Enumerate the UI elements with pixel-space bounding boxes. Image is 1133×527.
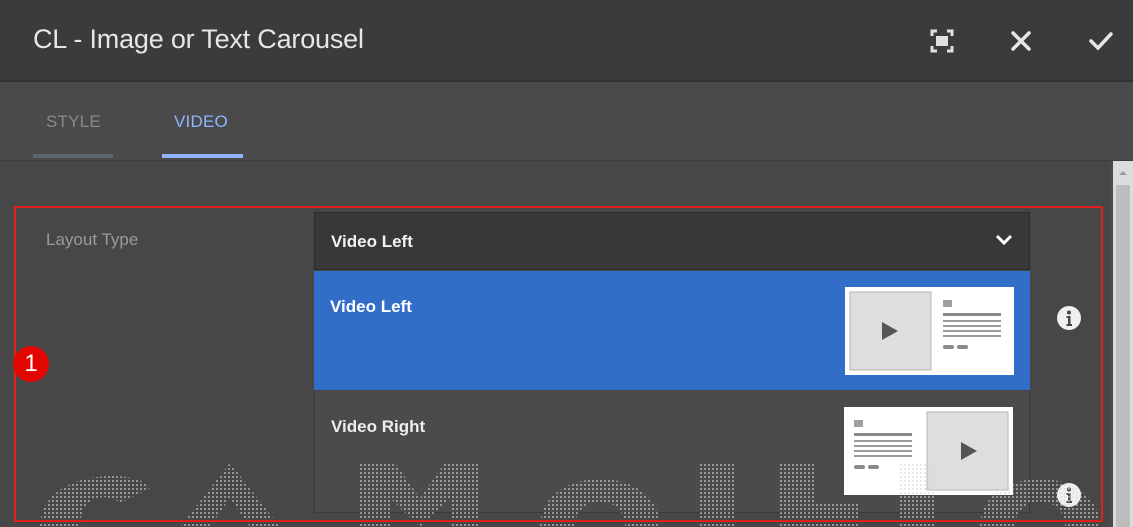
annotation-highlight-box (14, 206, 1103, 522)
fullscreen-icon (930, 29, 954, 53)
tab-video[interactable]: VIDEO (174, 112, 228, 132)
scroll-up-arrow-icon[interactable] (1116, 166, 1130, 180)
scrollbar-thumb[interactable] (1116, 185, 1130, 527)
tab-bar: STYLE VIDEO (0, 82, 1133, 161)
tab-style-indicator (33, 154, 113, 158)
close-button[interactable] (1004, 24, 1038, 58)
done-button[interactable] (1084, 24, 1118, 58)
tab-video-indicator (162, 154, 243, 158)
dialog-title: CL - Image or Text Carousel (33, 24, 364, 54)
fullscreen-button[interactable] (925, 24, 959, 58)
annotation-number-badge: 1 (13, 346, 49, 382)
close-icon (1011, 31, 1031, 51)
dialog-header: CL - Image or Text Carousel (0, 0, 1133, 82)
tab-style[interactable]: STYLE (46, 112, 101, 132)
checkmark-icon (1089, 32, 1113, 51)
